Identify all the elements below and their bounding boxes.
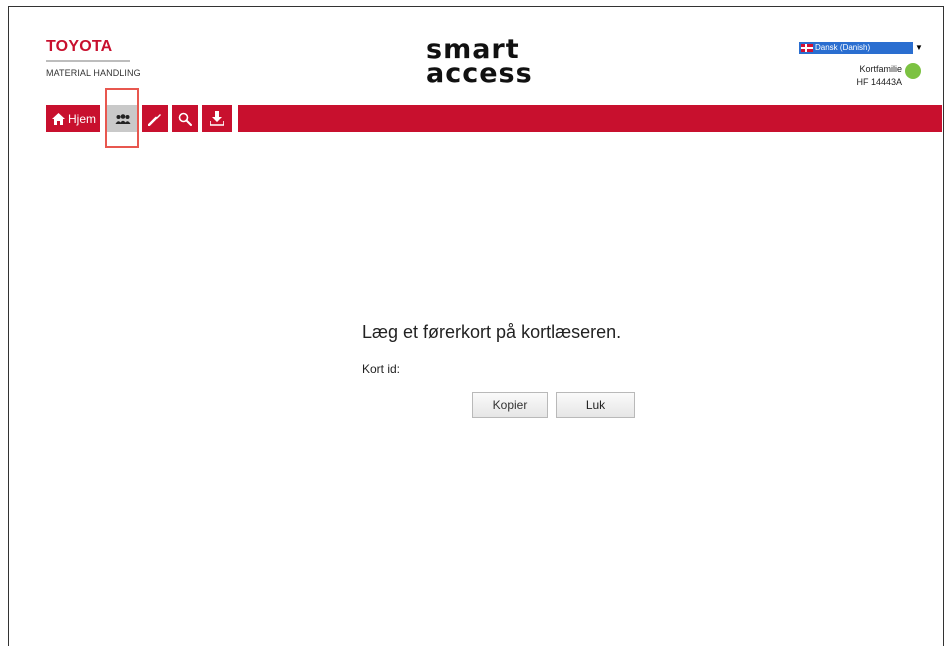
- selection-highlight: [105, 88, 139, 148]
- tools-button[interactable]: [142, 105, 168, 132]
- home-label: Hjem: [68, 111, 97, 126]
- search-icon: [178, 112, 192, 126]
- status-indicator-icon: [905, 63, 921, 79]
- card-family-code: HF 14443A: [856, 77, 902, 87]
- search-button[interactable]: [172, 105, 198, 132]
- brand-divider: [46, 60, 130, 62]
- brand-subtitle: MATERIAL HANDLING: [46, 68, 141, 78]
- instruction-message: Læg et førerkort på kortlæseren.: [362, 322, 622, 342]
- language-select[interactable]: Dansk (Danish) ▼: [799, 42, 925, 54]
- home-button[interactable]: Hjem: [46, 105, 100, 132]
- home-icon: [52, 112, 65, 125]
- card-family-label: Kortfamilie: [859, 64, 902, 74]
- chevron-down-icon[interactable]: ▼: [913, 42, 925, 54]
- brand-logo: TOYOTA MATERIAL HANDLING: [46, 38, 141, 78]
- brand-name: TOYOTA: [46, 38, 113, 55]
- download-button[interactable]: [202, 105, 232, 132]
- language-selected-label: Dansk (Danish): [815, 43, 871, 52]
- card-id-label: Kort id:: [362, 362, 401, 376]
- toolbar-bar: [238, 105, 942, 132]
- main-toolbar: Hjem: [46, 105, 942, 132]
- download-icon: [210, 111, 224, 126]
- logo-line2: access: [426, 58, 533, 89]
- copy-button[interactable]: Kopier: [472, 392, 548, 418]
- card-family-status: Kortfamilie HF 14443A: [856, 63, 902, 89]
- wrench-icon: [148, 113, 161, 126]
- close-button[interactable]: Luk: [556, 392, 635, 418]
- smart-access-logo: smart access: [420, 36, 540, 89]
- danish-flag-icon: [801, 44, 813, 52]
